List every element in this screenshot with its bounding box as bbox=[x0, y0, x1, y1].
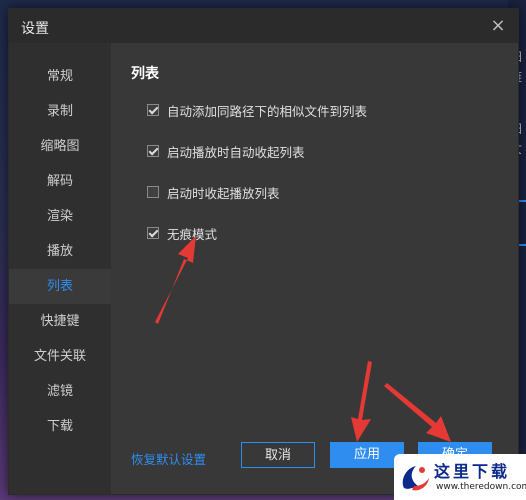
option-label: 无痕模式 bbox=[167, 226, 218, 242]
option-collapse-on-play[interactable]: 启动播放时自动收起列表 bbox=[147, 143, 305, 160]
settings-dialog: 设置 × 常规 录制 缩略图 解码 渲染 播放 列表 快捷键 文件关联 滤镜 下… bbox=[8, 8, 519, 495]
sidebar-item-playlist[interactable]: 列表 bbox=[9, 269, 111, 304]
option-incognito-mode[interactable]: 无痕模式 bbox=[147, 225, 218, 242]
option-label: 启动播放时自动收起列表 bbox=[167, 144, 305, 160]
close-icon[interactable]: × bbox=[488, 16, 508, 36]
checkbox-checked-icon[interactable] bbox=[147, 104, 159, 116]
sidebar-item-record[interactable]: 录制 bbox=[9, 94, 111, 129]
option-auto-add-similar[interactable]: 自动添加同路径下的相似文件到列表 bbox=[147, 102, 368, 119]
apply-button[interactable]: 应用 bbox=[330, 442, 404, 468]
sidebar-item-general[interactable]: 常规 bbox=[9, 59, 111, 94]
sidebar-item-thumbnail[interactable]: 缩略图 bbox=[9, 129, 111, 164]
restore-defaults-link[interactable]: 恢复默认设置 bbox=[131, 449, 206, 468]
settings-content: 列表 自动添加同路径下的相似文件到列表 启动播放时自动收起列表 启动时收起播放列… bbox=[111, 43, 518, 494]
sidebar-item-download[interactable]: 下载 bbox=[9, 409, 111, 444]
sidebar-item-filters[interactable]: 滤镜 bbox=[9, 374, 111, 409]
dialog-title: 设置 bbox=[21, 21, 49, 37]
sidebar-item-shortcuts[interactable]: 快捷键 bbox=[9, 304, 111, 339]
sidebar-item-decode[interactable]: 解码 bbox=[9, 164, 111, 199]
site-watermark: 这里下载 www.theredown.com bbox=[394, 454, 526, 500]
settings-sidebar: 常规 录制 缩略图 解码 渲染 播放 列表 快捷键 文件关联 滤镜 下载 bbox=[9, 43, 111, 494]
sidebar-item-render[interactable]: 渲染 bbox=[9, 199, 111, 234]
option-label: 自动添加同路径下的相似文件到列表 bbox=[167, 103, 368, 119]
section-title: 列表 bbox=[131, 66, 159, 82]
watermark-url: www.theredown.com bbox=[436, 482, 526, 492]
site-logo-icon bbox=[402, 466, 429, 491]
option-collapse-on-start[interactable]: 启动时收起播放列表 bbox=[147, 184, 280, 201]
option-label: 启动时收起播放列表 bbox=[167, 185, 280, 201]
sidebar-item-file-association[interactable]: 文件关联 bbox=[9, 339, 111, 374]
checkbox-unchecked-icon[interactable] bbox=[147, 186, 159, 198]
watermark-text: 这里下载 bbox=[434, 462, 511, 481]
cancel-button[interactable]: 取消 bbox=[241, 442, 315, 468]
checkbox-checked-icon[interactable] bbox=[147, 227, 159, 239]
checkbox-checked-icon[interactable] bbox=[147, 145, 159, 157]
dialog-titlebar: 设置 × bbox=[9, 9, 518, 43]
sidebar-item-playback[interactable]: 播放 bbox=[9, 234, 111, 269]
